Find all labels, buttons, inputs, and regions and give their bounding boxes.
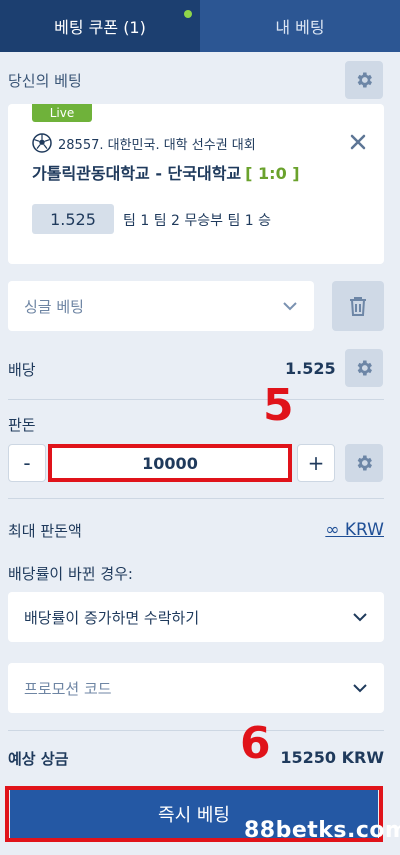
remove-bet-button[interactable] — [348, 132, 368, 152]
odds-value: 1.525 — [285, 359, 336, 378]
stake-decrease-button[interactable]: - — [8, 444, 46, 482]
event-title: 28557. 대한민국. 대학 선수권 대회 — [58, 137, 256, 153]
max-stake-label: 최대 판돈액 — [8, 522, 82, 540]
potential-win-label: 예상 상금 — [8, 750, 69, 768]
event-line: 28557. 대한민국. 대학 선수권 대회 — [32, 133, 256, 153]
stake-input[interactable]: 10000 — [48, 444, 292, 482]
annotation-step-6: 6 — [240, 718, 271, 769]
chevron-down-icon — [353, 684, 367, 693]
divider — [8, 730, 384, 731]
odds-change-label: 배당률이 바뀐 경우: — [8, 565, 133, 583]
your-bet-title: 당신의 베팅 — [8, 72, 82, 90]
bet-type-select[interactable]: 싱글 베팅 — [8, 281, 314, 331]
trash-icon — [350, 297, 366, 316]
tab-bar: 베팅 쿠폰 (1) 내 베팅 — [0, 0, 400, 52]
odds-value-box: 1.525 — [32, 204, 114, 234]
tab-my-bets-label: 내 베팅 — [275, 18, 325, 37]
promo-code-field[interactable]: 프로모션 코드 — [8, 663, 384, 713]
tab-bet-slip[interactable]: 베팅 쿠폰 (1) — [0, 0, 200, 52]
gear-icon — [357, 360, 372, 376]
bet-settings-button[interactable] — [345, 61, 383, 99]
tab-my-bets[interactable]: 내 베팅 — [200, 0, 400, 52]
promo-code-placeholder: 프로모션 코드 — [24, 679, 112, 698]
odds-settings-button[interactable] — [345, 349, 383, 387]
close-icon — [350, 134, 366, 150]
live-badge: Live — [32, 104, 92, 122]
gear-icon — [357, 72, 372, 88]
match-title: 가톨릭관동대학교 - 단국대학교[ 1:0 ] — [32, 160, 300, 184]
bet-type-value: 싱글 베팅 — [24, 297, 84, 316]
divider — [8, 498, 384, 499]
match-teams: 가톨릭관동대학교 - 단국대학교 — [32, 164, 242, 183]
potential-win-value: 15250 KRW — [280, 748, 384, 767]
annotation-step-5: 5 — [263, 380, 294, 431]
stake-increase-button[interactable]: + — [297, 444, 335, 482]
soccer-ball-icon — [32, 133, 52, 153]
odds-change-select[interactable]: 배당률이 증가하면 수락하기 — [8, 592, 384, 642]
notification-dot — [184, 10, 192, 18]
tab-bet-slip-label: 베팅 쿠폰 (1) — [54, 18, 146, 37]
clear-bets-button[interactable] — [332, 281, 384, 331]
stake-settings-button[interactable] — [345, 444, 383, 482]
gear-icon — [357, 455, 372, 471]
bet-card: Live 28557. 대한민국. 대학 선수권 대회 가톨릭관동대학교 - 단… — [8, 104, 384, 264]
chevron-down-icon — [353, 613, 367, 622]
odds-change-value: 배당률이 증가하면 수락하기 — [24, 608, 200, 627]
match-score: [ 1:0 ] — [245, 164, 300, 183]
max-stake-link[interactable]: ∞ KRW — [325, 520, 384, 540]
watermark: 88betks.com — [244, 818, 400, 843]
odds-label: 배당 — [8, 361, 36, 379]
bet-outcome: 팀 1 팀 2 무승부 팀 1 승 — [123, 213, 272, 229]
stake-label: 판돈 — [8, 416, 36, 434]
chevron-down-icon — [283, 302, 297, 311]
divider — [8, 399, 384, 400]
